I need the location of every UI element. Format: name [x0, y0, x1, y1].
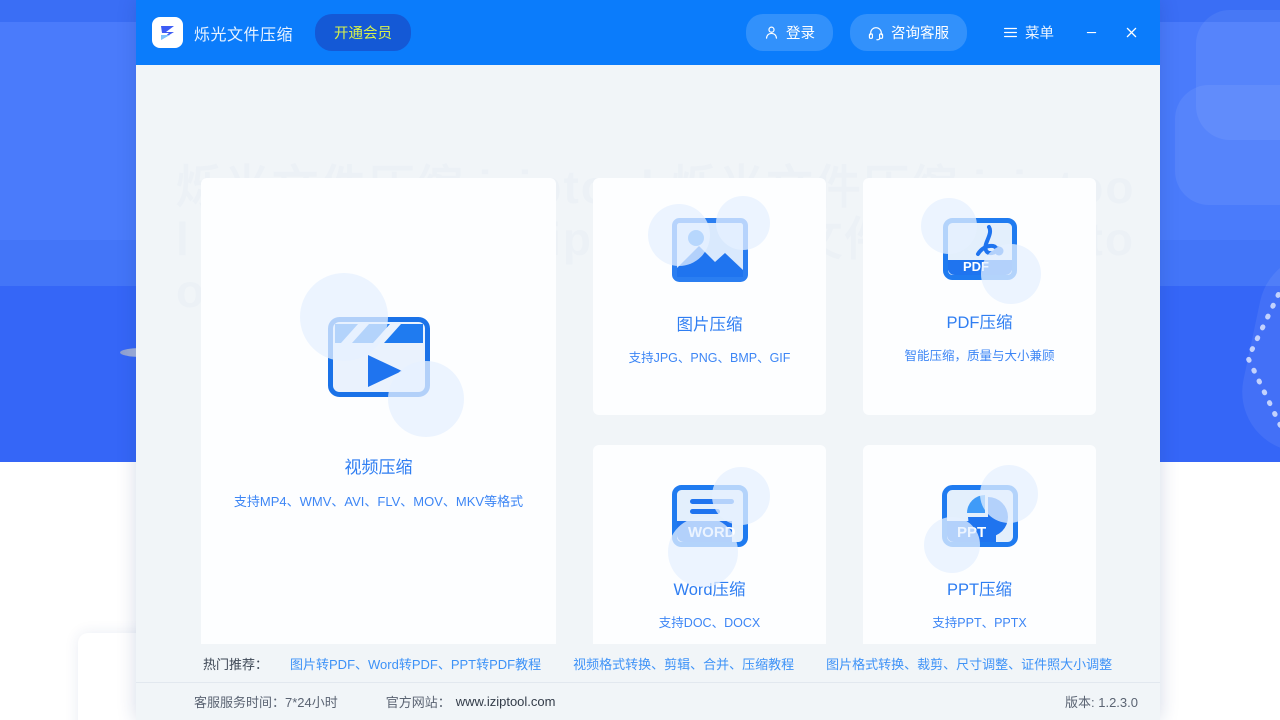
- pdf-icon-wrap: PDF: [943, 218, 1017, 280]
- decor-blob: [300, 273, 388, 361]
- hamburger-icon: [1003, 26, 1018, 39]
- tool-card-title: 视频压缩: [345, 453, 413, 478]
- minimize-icon: [1084, 25, 1099, 40]
- ppt-icon-wrap: PPT: [942, 485, 1018, 547]
- recommend-link-video-tutorials[interactable]: 视频格式转换、剪辑、合并、压缩教程: [573, 654, 794, 673]
- user-icon: [764, 25, 779, 40]
- footer-bar: 客服服务时间：7*24小时 官方网站： www.iziptool.com 版本:…: [136, 682, 1160, 720]
- video-icon-wrap: [328, 317, 430, 397]
- close-icon: [1124, 25, 1139, 40]
- tool-card-subtitle: 支持MP4、WMV、AVI、FLV、MOV、MKV等格式: [234, 491, 523, 510]
- background-dotted-chevron: [1238, 262, 1280, 462]
- version-label: 版本: 1.2.3.0: [1065, 692, 1138, 711]
- tool-card-subtitle: 支持PPT、PPTX: [932, 612, 1026, 631]
- decor-blob: [712, 467, 770, 525]
- tool-card-pdf[interactable]: PDF PDF压缩 智能压缩，质量与大小兼顾: [863, 178, 1096, 415]
- login-button[interactable]: 登录: [746, 14, 833, 51]
- headset-icon: [868, 25, 884, 41]
- tool-card-subtitle: 支持JPG、PNG、BMP、GIF: [629, 347, 791, 366]
- app-logo-icon: [152, 17, 183, 48]
- customer-service-label: 咨询客服: [891, 22, 949, 43]
- open-membership-button[interactable]: 开通会员: [315, 14, 411, 51]
- recommend-label: 热门推荐：: [203, 654, 268, 673]
- decor-blob: [668, 517, 738, 587]
- desktop-background: 烁光文件压缩 开通会员 登录 咨询客服: [0, 0, 1280, 720]
- decor-blob: [921, 198, 977, 254]
- login-button-label: 登录: [786, 22, 815, 43]
- decor-blob: [388, 361, 464, 437]
- tool-cards-grid: 视频压缩 支持MP4、WMV、AVI、FLV、MOV、MKV等格式: [201, 178, 1097, 644]
- tool-card-subtitle: 支持DOC、DOCX: [659, 612, 760, 631]
- decor-blob: [924, 517, 980, 573]
- menu-button-label: 菜单: [1025, 22, 1054, 43]
- word-icon-wrap: WORD: [672, 485, 748, 547]
- footer-service-hours: 客服服务时间：7*24小时: [194, 692, 338, 711]
- tool-card-ppt[interactable]: PPT PPT压缩 支持PPT、PPTX: [863, 445, 1096, 644]
- customer-service-button[interactable]: 咨询客服: [850, 14, 967, 51]
- decor-blob: [648, 204, 710, 266]
- tool-card-title: PDF压缩: [947, 309, 1013, 333]
- tool-card-title: 图片压缩: [677, 311, 743, 335]
- footer-site-url[interactable]: www.iziptool.com: [456, 694, 556, 709]
- menu-button[interactable]: 菜单: [997, 21, 1060, 44]
- hot-recommend-bar: 热门推荐： 图片转PDF、Word转PDF、PPT转PDF教程 视频格式转换、剪…: [136, 644, 1160, 682]
- title-bar[interactable]: 烁光文件压缩 开通会员 登录 咨询客服: [136, 0, 1160, 65]
- close-button[interactable]: [1114, 16, 1148, 50]
- footer-site-label: 官方网站：: [386, 692, 451, 711]
- tool-card-word[interactable]: WORD Word压缩 支持DOC、DOCX: [593, 445, 826, 644]
- decor-blob: [716, 196, 770, 250]
- tool-card-subtitle: 智能压缩，质量与大小兼顾: [904, 345, 1054, 364]
- app-window: 烁光文件压缩 开通会员 登录 咨询客服: [136, 0, 1160, 720]
- minimize-button[interactable]: [1074, 16, 1108, 50]
- tool-card-video[interactable]: 视频压缩 支持MP4、WMV、AVI、FLV、MOV、MKV等格式: [201, 178, 556, 644]
- background-shape: [1175, 85, 1280, 205]
- decor-blob: [981, 244, 1041, 304]
- app-title: 烁光文件压缩: [194, 21, 293, 45]
- image-icon-wrap: [672, 218, 748, 282]
- tool-card-title: PPT压缩: [947, 576, 1012, 600]
- recommend-link-image-tutorials[interactable]: 图片格式转换、裁剪、尺寸调整、证件照大小调整: [826, 654, 1112, 673]
- tool-card-image[interactable]: 图片压缩 支持JPG、PNG、BMP、GIF: [593, 178, 826, 415]
- main-content: 烁光文件压缩 iziptool 烁光文件压缩 iziptool 烁光文件压缩 i…: [136, 65, 1160, 644]
- recommend-link-pdf-tutorials[interactable]: 图片转PDF、Word转PDF、PPT转PDF教程: [290, 654, 541, 673]
- decor-blob: [980, 465, 1038, 523]
